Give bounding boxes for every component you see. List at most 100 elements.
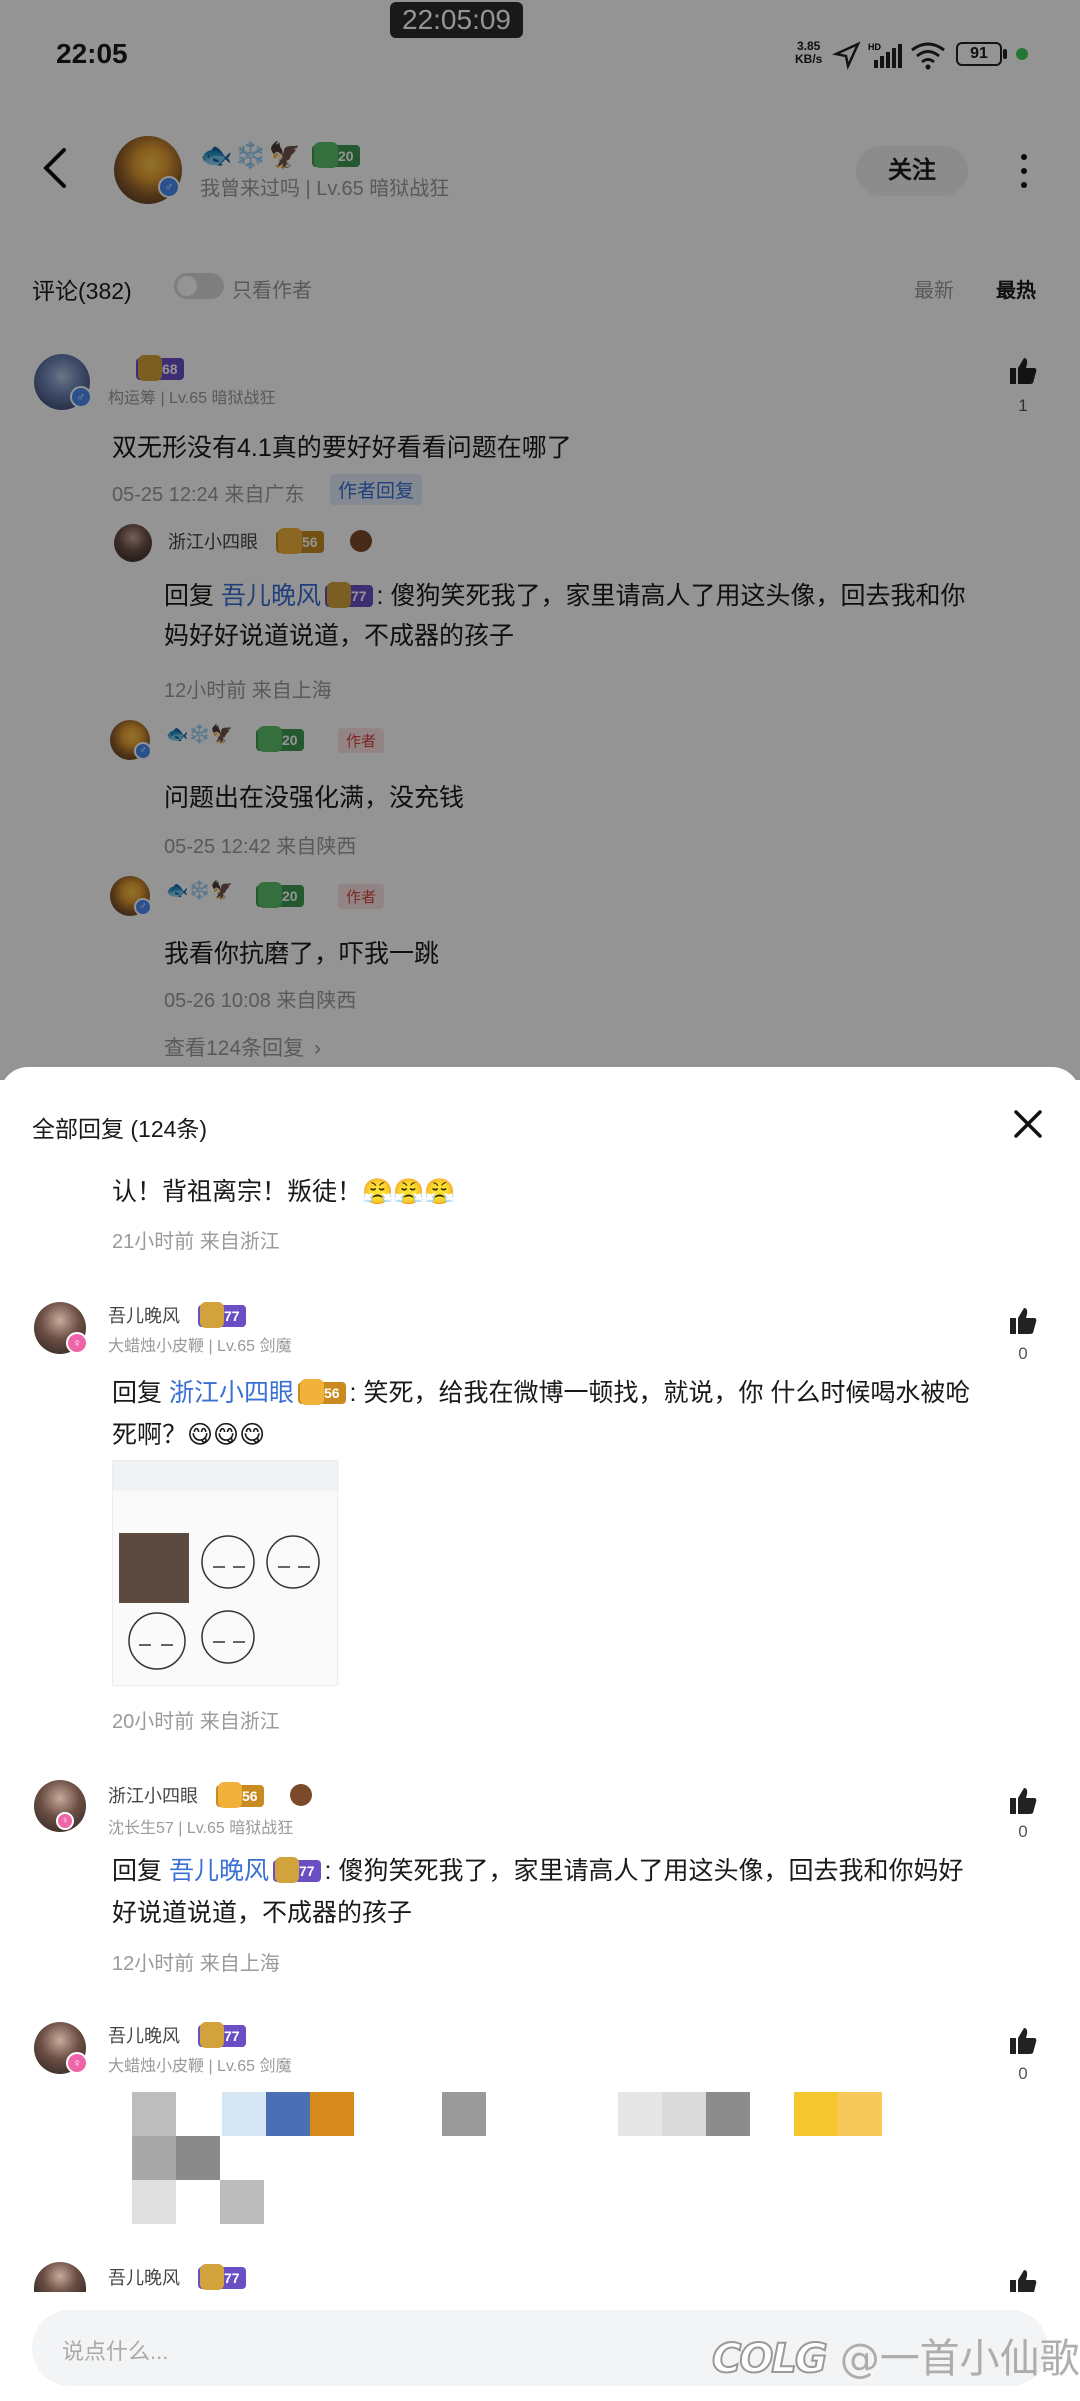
author-reply-text: 我看你抗磨了，吓我一跳	[164, 940, 440, 968]
watermark: COLG @一首小仙歌	[711, 2326, 1080, 2384]
sort-hot-tab[interactable]: 最热	[996, 274, 1036, 303]
reply-meta: 12小时前 来自上海	[164, 680, 332, 702]
reply-subtitle: 大蜡烛小皮鞭 | Lv.65 剑魔	[108, 1338, 292, 1355]
author-title-icons: 🐟❄️🦅	[166, 724, 233, 745]
reply-username[interactable]: 浙江小四眼	[108, 1782, 198, 1808]
status-time: 22:05	[56, 38, 128, 69]
view-more-label: 查看124条回复	[164, 1037, 305, 1060]
author-tag: 作者	[338, 884, 385, 909]
like-count: 0	[1018, 1822, 1028, 1841]
back-arrow-icon[interactable]	[36, 146, 76, 190]
battery-level: 91	[970, 45, 988, 62]
thumbs-up-icon[interactable]	[1008, 2268, 1038, 2292]
comment-input-placeholder: 说点什么...	[62, 2339, 169, 2364]
author-replied-tag: 作者回复	[330, 474, 423, 505]
author-tag: 作者	[338, 728, 385, 753]
reply-username[interactable]: 吾儿晚风	[108, 2022, 180, 2048]
only-author-toggle[interactable]	[174, 273, 224, 299]
reply-subtitle: 沈长生57 | Lv.65 暗狱战狂	[108, 1820, 294, 1837]
reply-meta: 20小时前 来自浙江	[112, 1711, 280, 1733]
female-badge-icon: ♀	[56, 1812, 74, 1830]
reply-username[interactable]: 吾儿晚风	[108, 1302, 180, 1328]
author-title-icons: 🐟❄️🦅	[200, 140, 303, 171]
reply-prefix: 回复	[164, 582, 221, 610]
author-reply-meta: 05-26 10:08 来自陕西	[164, 990, 357, 1012]
reply-text: 回复 浙江小四眼 56: 笑死，给我在微博一顿找，就说，你 什么时候喝水被呛死啊？…	[112, 1372, 972, 1456]
reply-level-badge: 77	[198, 2022, 246, 2048]
female-badge-icon: ♀	[66, 2052, 88, 2074]
reply-target-name[interactable]: 吾儿晚风	[221, 582, 321, 610]
main-comment-text: 双无形没有4.1真的要好好看看问题在哪了	[112, 434, 572, 462]
reply-username[interactable]: 吾儿晚风	[108, 2264, 180, 2290]
reply-level-badge: 77	[198, 2264, 246, 2290]
partial-reply-text: 认！背祖离宗！叛徒！😤😤😤	[112, 1178, 456, 1206]
commenter-level-badge: 68	[136, 355, 184, 381]
reply-username[interactable]: 浙江小四眼	[168, 528, 258, 554]
reply-target-name[interactable]: 浙江小四眼	[169, 1379, 294, 1407]
eagle-icon: 🦅	[210, 724, 234, 744]
reply-target-name[interactable]: 吾儿晚风	[169, 1857, 269, 1885]
reply-level-badge: 77	[198, 1302, 246, 1328]
author-reply-level-badge: 20	[256, 882, 304, 908]
medal-icon	[290, 1784, 312, 1806]
thumbs-up-icon[interactable]	[1008, 2026, 1038, 2056]
sheet-title: 全部回复 (124条)	[32, 1116, 208, 1142]
thumbs-up-icon[interactable]	[1008, 1306, 1038, 1336]
eagle-icon: 🦅	[268, 140, 304, 170]
female-badge-icon: ♀	[66, 1332, 88, 1354]
only-author-label: 只看作者	[232, 280, 312, 302]
male-badge-icon: ♂	[158, 176, 180, 198]
main-like-count: 1	[1018, 396, 1028, 415]
reply-level-badge: 56	[276, 528, 324, 554]
thumbs-up-icon[interactable]	[1008, 1786, 1038, 1816]
like-count: 0	[1018, 1344, 1028, 1363]
reply-prefix: 回复	[112, 1857, 169, 1885]
eagle-icon: 🦅	[210, 880, 234, 900]
reply-level-badge: 56	[216, 1782, 264, 1808]
reply-avatar[interactable]	[114, 524, 152, 562]
close-icon[interactable]	[1012, 1108, 1044, 1140]
thumbs-up-icon[interactable]	[1008, 356, 1038, 386]
charging-dot	[1016, 48, 1028, 60]
net-speed: 3.85 KB/s	[795, 40, 822, 66]
watermark-text: @一首小仙歌	[839, 2336, 1080, 2382]
battery-tip	[1003, 49, 1007, 59]
author-reply-meta: 05-25 12:42 来自陕西	[164, 836, 357, 858]
reply-image-attachment[interactable]	[112, 1460, 339, 1686]
svg-text:HD: HD	[868, 42, 881, 52]
author-subtitle: 我曾来过吗 | Lv.65 暗狱战狂	[200, 178, 450, 200]
medal-icon	[350, 530, 372, 552]
follow-button[interactable]: 关注	[856, 146, 968, 196]
author-reply-text: 问题出在没强化满，没充钱	[164, 784, 465, 812]
partial-reply-meta: 21小时前 来自浙江	[112, 1231, 280, 1253]
commenter-subtitle: 构运筹 | Lv.65 暗狱战狂	[108, 390, 276, 407]
snowflake-icon: ❄️	[234, 140, 269, 170]
pixelated-content	[132, 2092, 976, 2226]
main-comment-meta: 05-25 12:24 来自广东	[112, 484, 305, 506]
snowflake-icon: ❄️	[188, 724, 211, 744]
author-level-badge: 20	[312, 142, 360, 168]
snowflake-icon: ❄️	[188, 880, 211, 900]
battery-icon: 91	[956, 42, 1002, 66]
location-icon	[832, 41, 861, 70]
fish-icon: 🐟	[166, 880, 189, 900]
fish-icon: 🐟	[200, 140, 235, 170]
wifi-icon	[911, 42, 945, 70]
watermark-logo-icon: COLG	[711, 2335, 829, 2383]
like-count: 0	[1018, 2064, 1028, 2083]
more-options-icon[interactable]	[1014, 152, 1034, 192]
comments-title: 评论(382)	[32, 278, 132, 304]
view-more-replies-link[interactable]: 查看124条回复 ›	[164, 1032, 321, 1062]
author-title-icons: 🐟❄️🦅	[166, 880, 233, 901]
sort-latest-tab[interactable]: 最新	[914, 274, 954, 303]
reply-target-level-badge: 77	[324, 582, 373, 608]
reply-subtitle: 大蜡烛小皮鞭 | Lv.65 剑魔	[108, 2058, 292, 2075]
signal-icon: HD	[868, 42, 902, 68]
male-badge-icon: ♂	[70, 386, 92, 408]
chevron-right-icon: ›	[314, 1037, 322, 1060]
reply-prefix: 回复	[112, 1379, 169, 1407]
fish-icon: 🐟	[166, 724, 189, 744]
reply-target-level-badge: 56	[297, 1379, 346, 1405]
net-speed-unit: KB/s	[795, 52, 823, 66]
author-reply-level-badge: 20	[256, 726, 304, 752]
